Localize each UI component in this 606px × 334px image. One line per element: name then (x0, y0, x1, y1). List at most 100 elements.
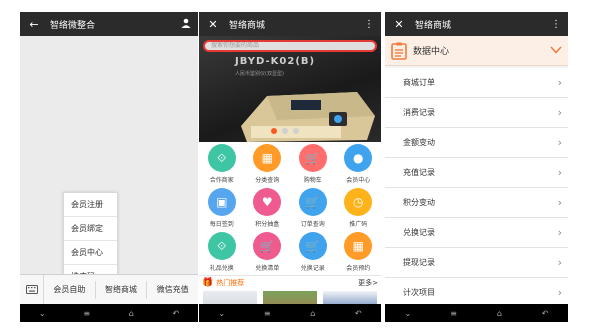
carousel-dot[interactable] (293, 128, 299, 134)
nav-home-icon[interactable]: ⌂ (489, 309, 509, 318)
carousel-indicators[interactable] (271, 128, 299, 134)
feature-grid-item[interactable]: ⟐ 礼品兑换 (199, 232, 245, 274)
search-input[interactable]: 搜索你想要的商品 (203, 40, 377, 52)
feature-grid-label: 推广码 (349, 221, 368, 228)
feature-grid-item[interactable]: ▣ 每日签到 (199, 188, 245, 230)
chevron-right-icon: › (557, 226, 562, 239)
feature-grid-item[interactable]: ▦ 会员预约 (336, 232, 382, 274)
close-icon[interactable]: ✕ (391, 18, 407, 31)
feature-grid-item[interactable]: ▦ 分类查询 (245, 144, 291, 186)
list-item[interactable]: 消费记录 › (385, 98, 568, 128)
android-nav-bar: ⌄ ≡ ⌂ ↶ (385, 304, 568, 322)
cart-icon: 🛒 (298, 188, 327, 216)
list-item[interactable]: 商城订单 › (385, 68, 568, 98)
carousel-dot[interactable] (282, 128, 288, 134)
feature-grid: ⟐ 合作商家 ▦ 分类查询 🛒 购物车 ● 会员中心 ▣ 每日签到 ♥ 积分抽盒 🛒 订单查询 ◷ 推广码 ⟐ 礼… (199, 144, 381, 274)
more-link[interactable]: 更多> (358, 278, 378, 288)
android-nav-bar: ⌄ ≡ ⌂ ↶ (199, 304, 381, 322)
feature-grid-item[interactable]: 🛒 订单查询 (290, 188, 336, 230)
chevron-down-icon[interactable] (550, 44, 562, 57)
calendar-icon: ▣ (207, 188, 236, 216)
chevron-right-icon: › (557, 136, 562, 149)
cart-icon: 🛒 (298, 232, 327, 260)
recommend-thumbnails (199, 291, 381, 305)
feature-grid-label: 合作商家 (209, 177, 234, 184)
page-title: 智络微整合 (50, 20, 96, 31)
nav-down-icon[interactable]: ⌄ (398, 309, 418, 318)
list-item-label: 兑换记录 (403, 228, 435, 237)
list-item-label: 计次项目 (403, 288, 435, 297)
product-banner[interactable]: 搜索你想要的商品 JBYD-K02(B) 人民币鉴别仪(双显型) (199, 36, 381, 142)
feature-grid-item[interactable]: 🛒 购物车 (290, 144, 336, 186)
chevron-right-icon: › (557, 256, 562, 269)
nav-menu-icon[interactable]: ≡ (444, 309, 464, 318)
screenshot-stage: ← 智络微整合 会员注册 会员绑定 会员中心 推广码 会员自助 智络商城 微信充… (0, 0, 606, 334)
list-item-label: 积分变动 (403, 198, 435, 207)
list-item[interactable]: 金额变动 › (385, 128, 568, 158)
chevron-right-icon: › (557, 286, 562, 299)
close-icon[interactable]: ✕ (205, 18, 221, 31)
keyboard-icon[interactable] (20, 274, 44, 305)
phone-screen-wechat-menu: ← 智络微整合 会员注册 会员绑定 会员中心 推广码 会员自助 智络商城 微信充… (20, 12, 198, 322)
carousel-dot[interactable] (271, 128, 277, 134)
banner-model-text: JBYD-K02(B) (235, 56, 316, 67)
menu-wechat-recharge[interactable]: 微信充值 (147, 281, 198, 299)
feature-grid-label: 每日签到 (209, 221, 234, 228)
feature-grid-label: 礼品兑换 (209, 265, 234, 272)
nav-home-icon[interactable]: ⌂ (303, 309, 323, 318)
title-bar: ← 智络微整合 (20, 12, 198, 36)
menu-mall[interactable]: 智络商城 (96, 280, 148, 299)
nav-menu-icon[interactable]: ≡ (77, 309, 97, 318)
nav-down-icon[interactable]: ⌄ (32, 309, 52, 318)
menu-member-self-service[interactable]: 会员自助 (44, 280, 96, 299)
product-thumbnail[interactable] (263, 291, 317, 305)
more-options-icon[interactable]: ⋮ (363, 19, 375, 30)
more-options-icon[interactable]: ⋮ (550, 19, 562, 30)
title-bar: ✕ 智络商城 ⋮ (385, 12, 568, 36)
data-center-header[interactable]: 数据中心 (385, 36, 568, 66)
feature-grid-item[interactable]: ◷ 推广码 (336, 188, 382, 230)
profile-icon[interactable] (180, 18, 192, 31)
phone-screen-data-center: ✕ 智络商城 ⋮ 数据中心 商城订单 › 消费记录 › 金额变动 › 充值记录 › 积分变动 › 兑… (385, 12, 568, 322)
nav-back-icon[interactable]: ↶ (348, 309, 368, 318)
list-item[interactable]: 提现记录 › (385, 248, 568, 278)
nav-back-icon[interactable]: ↶ (535, 309, 555, 318)
chevron-right-icon: › (557, 196, 562, 209)
feature-grid-item[interactable]: ⟐ 合作商家 (199, 144, 245, 186)
grid-icon: ▦ (253, 144, 282, 172)
cart-icon: 🛒 (253, 232, 282, 260)
android-nav-bar: ⌄ ≡ ⌂ ↶ (20, 304, 198, 322)
cart-icon: 🛒 (298, 144, 327, 172)
banknote-detector-image (241, 92, 375, 142)
product-thumbnail[interactable] (323, 291, 377, 305)
submenu-item-register[interactable]: 会员注册 (64, 193, 117, 217)
feature-grid-item[interactable]: 🛒 兑换清单 (245, 232, 291, 274)
submenu-item-member-center[interactable]: 会员中心 (64, 241, 117, 265)
gift-icon: 🎁 (202, 277, 214, 288)
feature-grid-label: 分类查询 (255, 177, 280, 184)
nav-down-icon[interactable]: ⌄ (212, 309, 232, 318)
page-title: 智络商城 (229, 20, 266, 31)
nav-menu-icon[interactable]: ≡ (257, 309, 277, 318)
feature-grid-item[interactable]: ● 会员中心 (336, 144, 382, 186)
submenu-item-bind[interactable]: 会员绑定 (64, 217, 117, 241)
title-bar: ✕ 智络商城 ⋮ (199, 12, 381, 36)
feature-grid-label: 兑换记录 (300, 265, 325, 272)
nav-home-icon[interactable]: ⌂ (121, 309, 141, 318)
chevron-right-icon: › (557, 106, 562, 119)
chevron-right-icon: › (557, 166, 562, 179)
list-item[interactable]: 积分变动 › (385, 188, 568, 218)
feature-grid-label: 兑换清单 (255, 265, 280, 272)
data-center-list: 商城订单 › 消费记录 › 金额变动 › 充值记录 › 积分变动 › 兑换记录 › 提现记录 › 计次项目 › (385, 68, 568, 308)
nav-back-icon[interactable]: ↶ (166, 309, 186, 318)
user-icon: ● (344, 144, 373, 172)
back-arrow-icon[interactable]: ← (26, 18, 42, 31)
custom-menu-bar: 会员自助 智络商城 微信充值 (20, 274, 198, 305)
list-item[interactable]: 充值记录 › (385, 158, 568, 188)
feature-grid-item[interactable]: 🛒 兑换记录 (290, 232, 336, 274)
clock-icon: ◷ (344, 188, 373, 216)
feature-grid-item[interactable]: ♥ 积分抽盒 (245, 188, 291, 230)
grid-icon: ▦ (344, 232, 373, 260)
list-item[interactable]: 兑换记录 › (385, 218, 568, 248)
product-thumbnail[interactable] (203, 291, 257, 305)
